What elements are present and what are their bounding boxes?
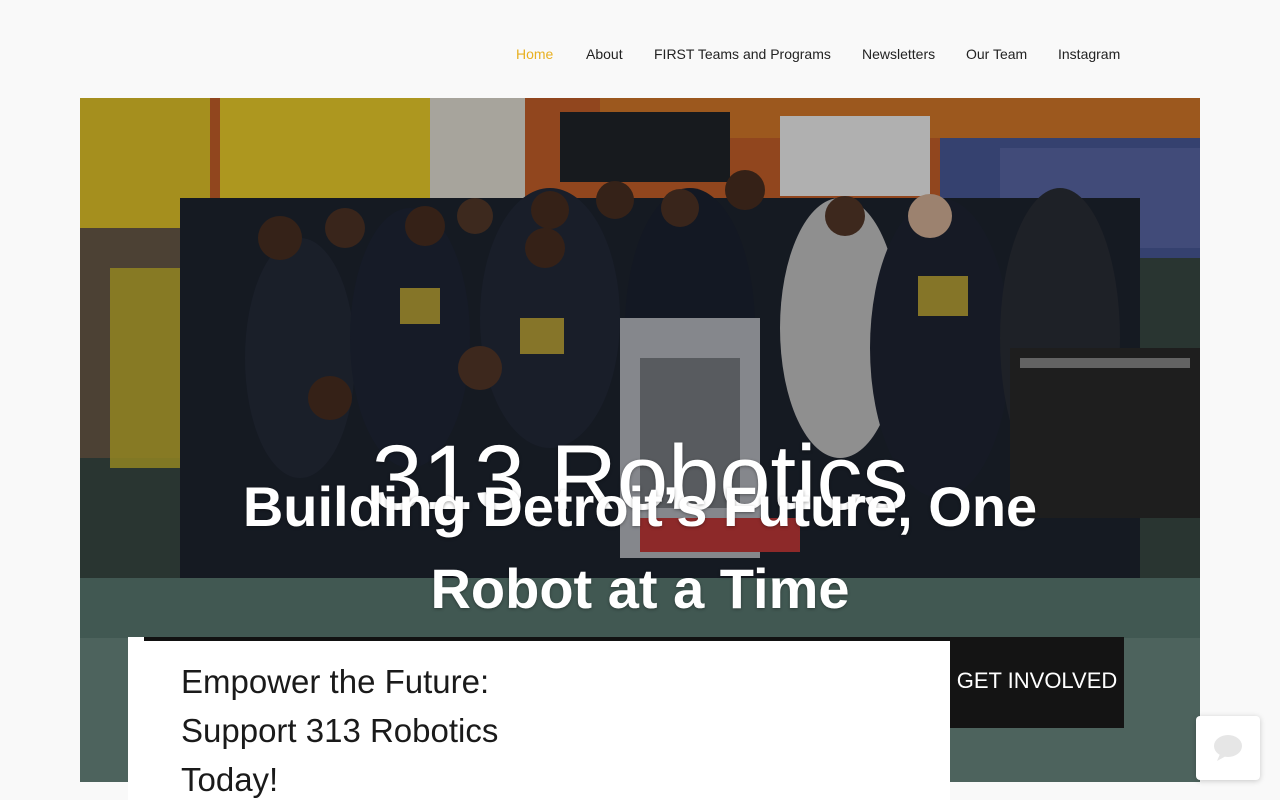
nav-first-teams-and-programs[interactable]: FIRST Teams and Programs bbox=[654, 45, 831, 63]
chat-bubble-icon bbox=[1214, 735, 1242, 761]
nav-instagram[interactable]: Instagram bbox=[1058, 45, 1120, 63]
cta-heading: Empower the Future: Support 313 Robotics… bbox=[181, 663, 499, 798]
get-involved-button[interactable]: GET INVOLVED bbox=[950, 637, 1124, 728]
cta-divider bbox=[144, 637, 950, 641]
nav-newsletters[interactable]: Newsletters bbox=[862, 45, 935, 63]
chat-widget[interactable] bbox=[1196, 716, 1260, 780]
nav-home[interactable]: Home bbox=[516, 45, 553, 63]
nav-about[interactable]: About bbox=[586, 45, 623, 63]
main-nav: Home About FIRST Teams and Programs News… bbox=[0, 0, 1280, 98]
cta-panel: Empower the Future: Support 313 Robotics… bbox=[128, 637, 950, 800]
page: Home About FIRST Teams and Programs News… bbox=[0, 0, 1280, 800]
hero-subtitle: Building Detroit’s Future, One Robot at … bbox=[242, 475, 1038, 620]
nav-our-team[interactable]: Our Team bbox=[966, 45, 1027, 63]
